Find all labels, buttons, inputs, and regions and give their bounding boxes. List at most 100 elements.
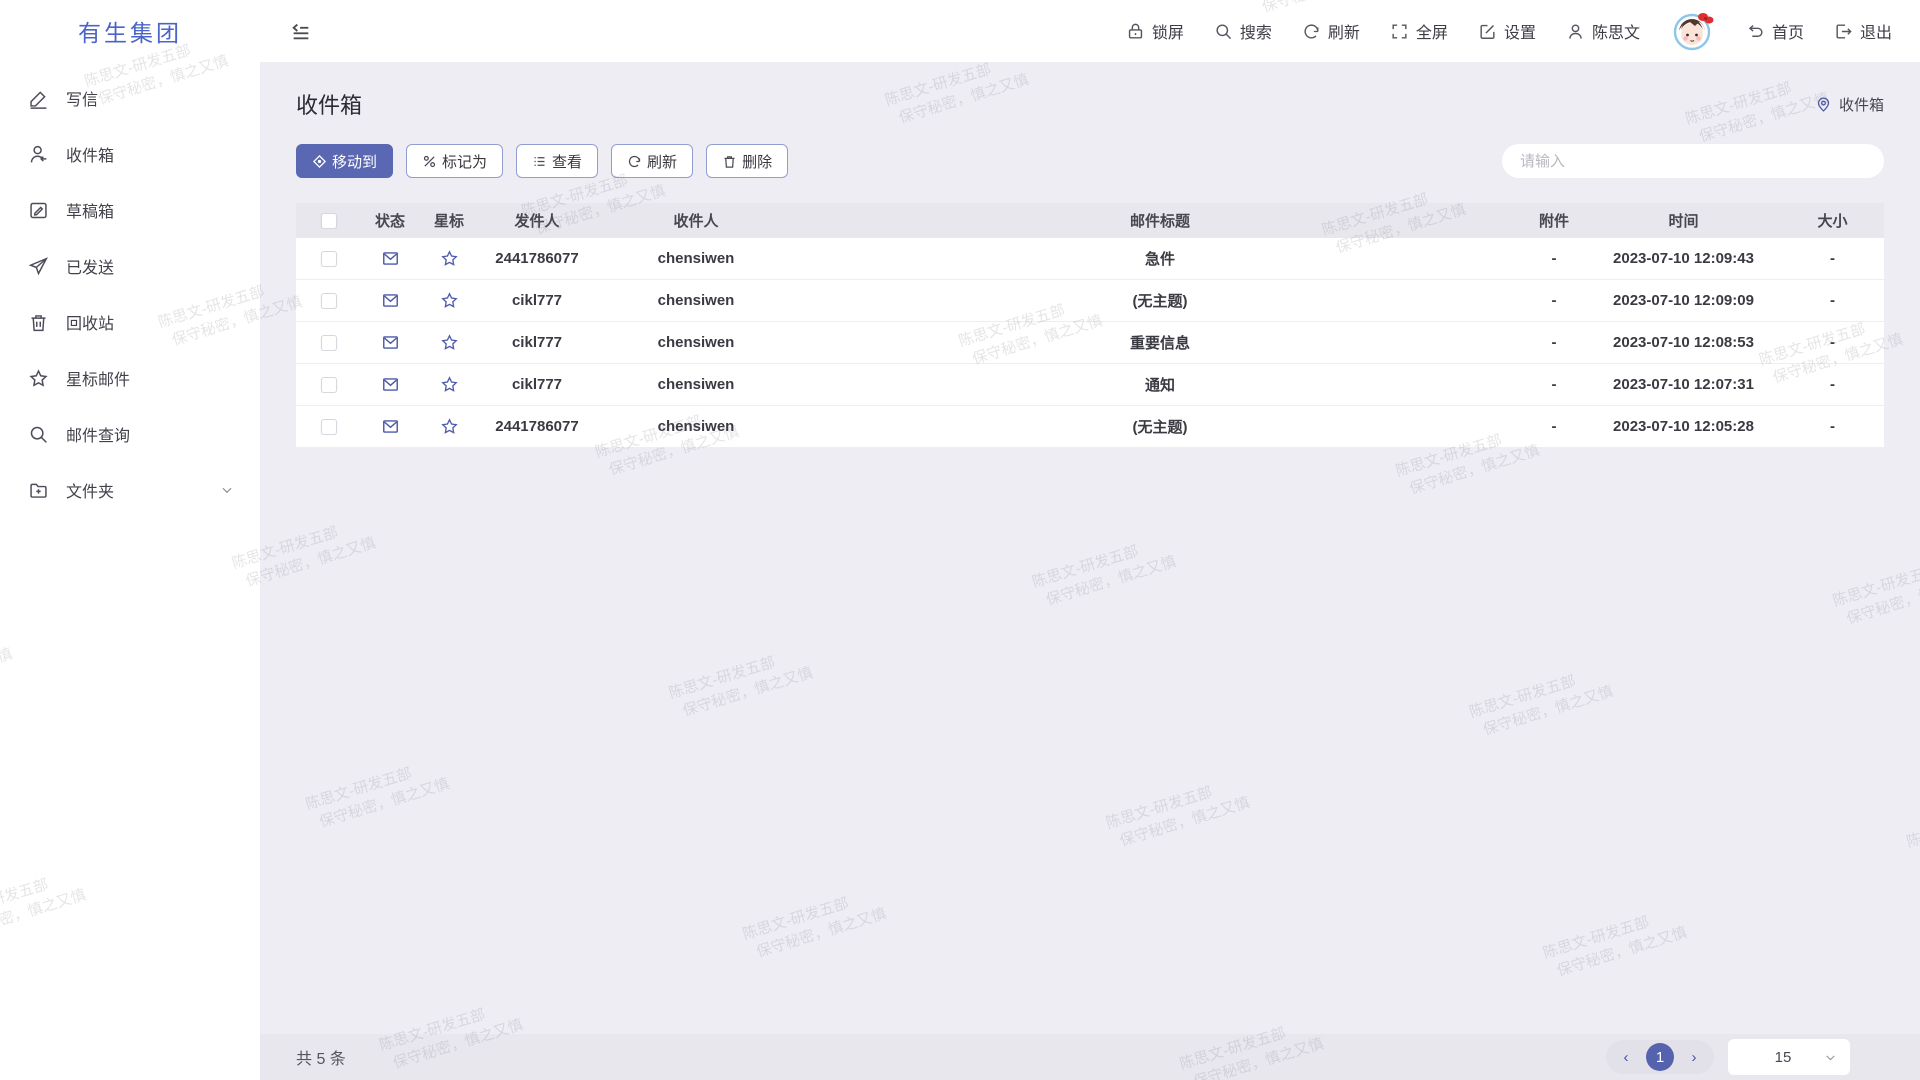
content: 收件箱 收件箱 移动到 <box>260 62 1920 1034</box>
logout-label: 退出 <box>1860 19 1892 43</box>
refresh-icon <box>1302 22 1321 41</box>
fullscreen-icon <box>1390 22 1409 41</box>
sidebar-item-inbox[interactable]: 收件箱 <box>0 126 260 182</box>
fullscreen-button[interactable]: 全屏 <box>1390 19 1448 43</box>
envelope-icon[interactable] <box>381 375 400 394</box>
table-row[interactable]: cikl777chensiwen重要信息-2023-07-10 12:08:53… <box>296 322 1884 364</box>
move-to-button[interactable]: 移动到 <box>296 144 393 178</box>
mark-as-button[interactable]: 标记为 <box>406 144 503 178</box>
time-cell: 2023-07-10 12:05:28 <box>1586 418 1781 435</box>
menu-fold-icon[interactable] <box>290 20 312 42</box>
trash-icon <box>722 154 737 169</box>
col-status: 状态 <box>362 210 418 231</box>
sidebar-item-trash[interactable]: 回收站 <box>0 294 260 350</box>
table-row[interactable]: 2441786077chensiwen(无主题)-2023-07-10 12:0… <box>296 406 1884 448</box>
subject-cell: 急件 <box>798 248 1522 269</box>
sidebar-item-compose[interactable]: 写信 <box>0 70 260 126</box>
sidebar-item-label: 已发送 <box>66 254 234 278</box>
recipient-cell: chensiwen <box>594 418 798 435</box>
refresh-list-button[interactable]: 刷新 <box>611 144 693 178</box>
page-refresh-button[interactable]: 刷新 <box>1302 19 1360 43</box>
page-size-select[interactable]: 15 <box>1728 1039 1850 1075</box>
envelope-icon[interactable] <box>381 417 400 436</box>
sidebar-item-drafts[interactable]: 草稿箱 <box>0 182 260 238</box>
home-label: 首页 <box>1772 19 1804 43</box>
current-page[interactable]: 1 <box>1646 1043 1674 1071</box>
top-header: 锁屏 搜索 刷新 全屏 <box>260 0 1920 62</box>
search-icon <box>1214 22 1233 41</box>
row-checkbox[interactable] <box>321 251 337 267</box>
size-cell: - <box>1781 250 1884 267</box>
sidebar-item-label: 回收站 <box>66 310 234 334</box>
star-toggle-icon[interactable] <box>440 249 459 268</box>
attachment-cell: - <box>1522 334 1586 351</box>
sidebar-item-mail-search[interactable]: 邮件查询 <box>0 406 260 462</box>
row-checkbox[interactable] <box>321 335 337 351</box>
delete-button[interactable]: 删除 <box>706 144 788 178</box>
table-row[interactable]: cikl777chensiwen通知-2023-07-10 12:07:31- <box>296 364 1884 406</box>
table-body: 2441786077chensiwen急件-2023-07-10 12:09:4… <box>296 238 1884 448</box>
user-icon <box>1566 22 1585 41</box>
pagination: ‹ 1 › <box>1606 1040 1714 1074</box>
attachment-cell: - <box>1522 292 1586 309</box>
page-refresh-label: 刷新 <box>1328 19 1360 43</box>
send-icon <box>28 256 49 277</box>
next-page-button[interactable]: › <box>1683 1046 1705 1068</box>
table-header-row: 状态 星标 发件人 收件人 邮件标题 附件 时间 大小 <box>296 203 1884 238</box>
avatar[interactable] <box>1670 8 1716 54</box>
logout-button[interactable]: 退出 <box>1834 19 1892 43</box>
row-checkbox[interactable] <box>321 419 337 435</box>
star-toggle-icon[interactable] <box>440 333 459 352</box>
home-button[interactable]: 首页 <box>1746 19 1804 43</box>
select-all-checkbox[interactable] <box>321 213 337 229</box>
sidebar-item-starred[interactable]: 星标邮件 <box>0 350 260 406</box>
sender-cell: 2441786077 <box>480 250 594 267</box>
pen-icon <box>28 88 49 109</box>
size-cell: - <box>1781 292 1884 309</box>
star-toggle-icon[interactable] <box>440 417 459 436</box>
lock-screen-button[interactable]: 锁屏 <box>1126 19 1184 43</box>
settings-button[interactable]: 设置 <box>1478 19 1536 43</box>
sidebar-item-sent[interactable]: 已发送 <box>0 238 260 294</box>
breadcrumb: 收件箱 <box>1815 94 1884 115</box>
time-cell: 2023-07-10 12:09:43 <box>1586 250 1781 267</box>
row-checkbox[interactable] <box>321 377 337 393</box>
view-button[interactable]: 查看 <box>516 144 598 178</box>
col-attachment: 附件 <box>1522 210 1586 231</box>
table-row[interactable]: cikl777chensiwen(无主题)-2023-07-10 12:09:0… <box>296 280 1884 322</box>
prev-page-button[interactable]: ‹ <box>1615 1046 1637 1068</box>
sender-cell: cikl777 <box>480 376 594 393</box>
time-cell: 2023-07-10 12:09:09 <box>1586 292 1781 309</box>
envelope-icon[interactable] <box>381 249 400 268</box>
content-spacer <box>296 448 1884 1034</box>
mark-as-label: 标记为 <box>442 151 487 172</box>
refresh-list-label: 刷新 <box>647 151 677 172</box>
envelope-icon[interactable] <box>381 333 400 352</box>
global-search-button[interactable]: 搜索 <box>1214 19 1272 43</box>
app-logo: 有生集团 <box>0 0 260 62</box>
col-subject: 邮件标题 <box>798 210 1522 231</box>
sidebar-item-folders[interactable]: 文件夹 <box>0 462 260 518</box>
star-toggle-icon[interactable] <box>440 375 459 394</box>
time-cell: 2023-07-10 12:08:53 <box>1586 334 1781 351</box>
table-search-input[interactable] <box>1502 144 1884 178</box>
breadcrumb-label: 收件箱 <box>1839 94 1884 115</box>
size-cell: - <box>1781 418 1884 435</box>
header-actions: 锁屏 搜索 刷新 全屏 <box>1126 8 1892 54</box>
attachment-cell: - <box>1522 250 1586 267</box>
subject-cell: 重要信息 <box>798 332 1522 353</box>
trash-icon <box>28 312 49 333</box>
toolbar: 移动到 标记为 查看 <box>296 144 1884 178</box>
table-row[interactable]: 2441786077chensiwen急件-2023-07-10 12:09:4… <box>296 238 1884 280</box>
envelope-icon[interactable] <box>381 291 400 310</box>
sidebar-item-label: 星标邮件 <box>66 366 234 390</box>
sidebar: 有生集团 写信 收件箱 草稿箱 <box>0 0 260 1080</box>
lock-icon <box>1126 22 1145 41</box>
user-menu[interactable]: 陈思文 <box>1566 19 1640 43</box>
page-size-value: 15 <box>1728 1049 1824 1066</box>
col-recipient: 收件人 <box>594 210 798 231</box>
user-name: 陈思文 <box>1592 19 1640 43</box>
star-toggle-icon[interactable] <box>440 291 459 310</box>
row-checkbox[interactable] <box>321 293 337 309</box>
col-star: 星标 <box>418 210 480 231</box>
